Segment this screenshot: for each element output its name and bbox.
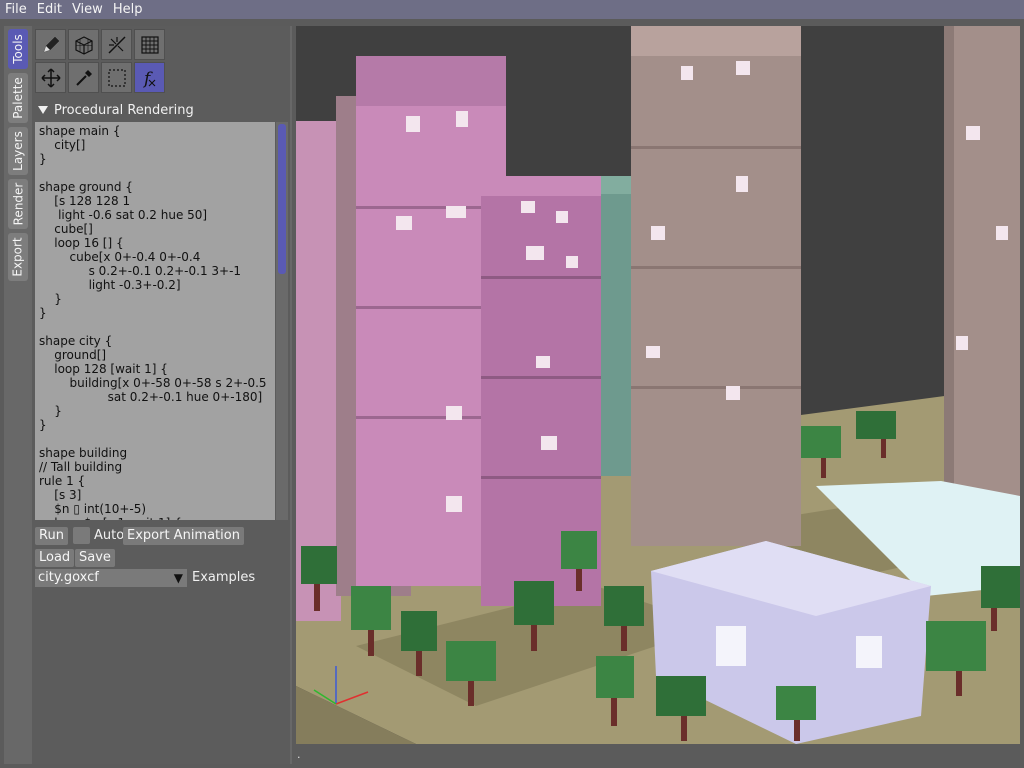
procedural-rendering-header[interactable]: Procedural Rendering	[38, 101, 194, 119]
triangle-down-icon	[38, 106, 48, 114]
laser-tool-button[interactable]	[101, 29, 132, 60]
function-icon: f	[142, 69, 155, 89]
code-editor[interactable]: shape main { city[] } shape ground { [s …	[35, 122, 275, 520]
load-button[interactable]: Load	[35, 549, 75, 567]
menu-view[interactable]: View	[67, 0, 108, 19]
tab-export[interactable]: Export	[8, 233, 28, 281]
auto-checkbox[interactable]	[73, 527, 90, 544]
cube-icon	[74, 35, 93, 55]
tab-palette[interactable]: Palette	[8, 73, 28, 123]
menu-bar: File Edit View Help	[0, 0, 1024, 19]
example-file-select[interactable]: city.goxcf ▼	[35, 569, 187, 587]
laser-icon	[107, 35, 126, 54]
export-animation-button[interactable]: Export Animation	[123, 527, 244, 545]
procedural-tool-button[interactable]: f	[134, 62, 165, 93]
examples-label: Examples	[192, 570, 256, 585]
tab-layers-label: Layers	[11, 131, 25, 171]
eyedropper-tool-button[interactable]	[68, 62, 99, 93]
pencil-icon	[43, 36, 59, 52]
tab-export-label: Export	[11, 237, 25, 277]
pencil-tool-button[interactable]	[35, 29, 66, 60]
voxel-scene	[296, 26, 1020, 744]
menu-help[interactable]: Help	[108, 0, 148, 19]
selection-tool-button[interactable]	[101, 62, 132, 93]
svg-text:f: f	[142, 69, 153, 89]
save-button[interactable]: Save	[75, 549, 115, 567]
left-panel: Tools Palette Layers Render Export f Pro…	[4, 26, 292, 764]
tab-tools[interactable]: Tools	[8, 29, 28, 69]
menu-edit[interactable]: Edit	[32, 0, 67, 19]
selection-icon	[107, 68, 126, 87]
side-tabs: Tools Palette Layers Render Export	[4, 26, 32, 326]
move-tool-button[interactable]	[35, 62, 66, 93]
menu-file[interactable]: File	[0, 0, 32, 19]
cube-tool-button[interactable]	[68, 29, 99, 60]
tower-far-right	[951, 26, 1020, 496]
code-text: shape main { city[] } shape ground { [s …	[39, 124, 267, 520]
tab-palette-label: Palette	[11, 77, 25, 119]
example-file-value: city.goxcf	[38, 570, 99, 585]
run-button[interactable]: Run	[35, 527, 68, 545]
status-text: .	[297, 748, 301, 761]
tab-tools-label: Tools	[11, 34, 25, 64]
tab-render-label: Render	[11, 182, 26, 226]
auto-label: Auto	[94, 528, 125, 543]
tab-render[interactable]: Render	[8, 179, 28, 229]
code-scroll-thumb[interactable]	[278, 124, 286, 274]
move-icon	[40, 67, 61, 88]
grid-icon	[140, 35, 159, 54]
tools-panel: f Procedural Rendering shape main { city…	[32, 26, 290, 764]
tower-beige	[631, 26, 801, 546]
tab-layers[interactable]: Layers	[8, 127, 28, 175]
dropdown-arrow-icon: ▼	[173, 571, 183, 585]
code-scrollbar[interactable]	[276, 122, 288, 520]
3d-viewport[interactable]	[296, 26, 1020, 744]
eyedropper-icon	[75, 69, 92, 86]
grid-tool-button[interactable]	[134, 29, 165, 60]
section-title: Procedural Rendering	[54, 102, 194, 118]
